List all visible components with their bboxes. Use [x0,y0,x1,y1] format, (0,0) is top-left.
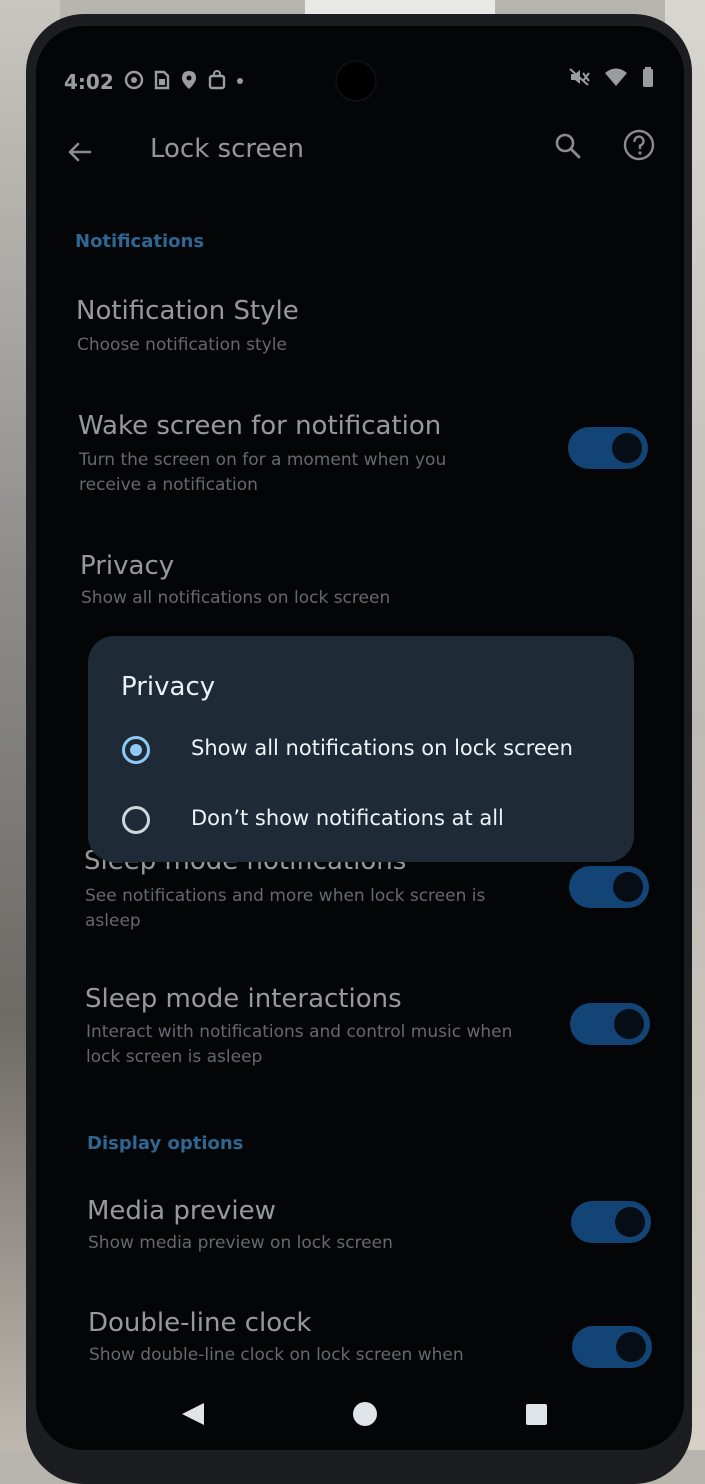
dialog-title: Privacy [121,672,216,702]
radio-selected-icon[interactable] [122,736,150,764]
dialog-option-label: Show all notifications on lock screen [191,736,573,760]
dialog-option-dont-show[interactable]: Don’t show notifications at all [88,796,634,846]
home-circle-icon[interactable] [353,1402,377,1426]
dialog-option-label: Don’t show notifications at all [191,806,504,830]
privacy-dialog: Privacy Show all notifications on lock s… [88,636,634,862]
navigation-bar [36,1380,684,1450]
dialog-option-show-all[interactable]: Show all notifications on lock screen [88,726,634,776]
back-triangle-icon[interactable] [182,1403,204,1425]
radio-unselected-icon[interactable] [122,806,150,834]
recents-square-icon[interactable] [526,1404,547,1425]
phone-screen: 4:02 Lock screen Notifications Notificat… [36,26,684,1450]
